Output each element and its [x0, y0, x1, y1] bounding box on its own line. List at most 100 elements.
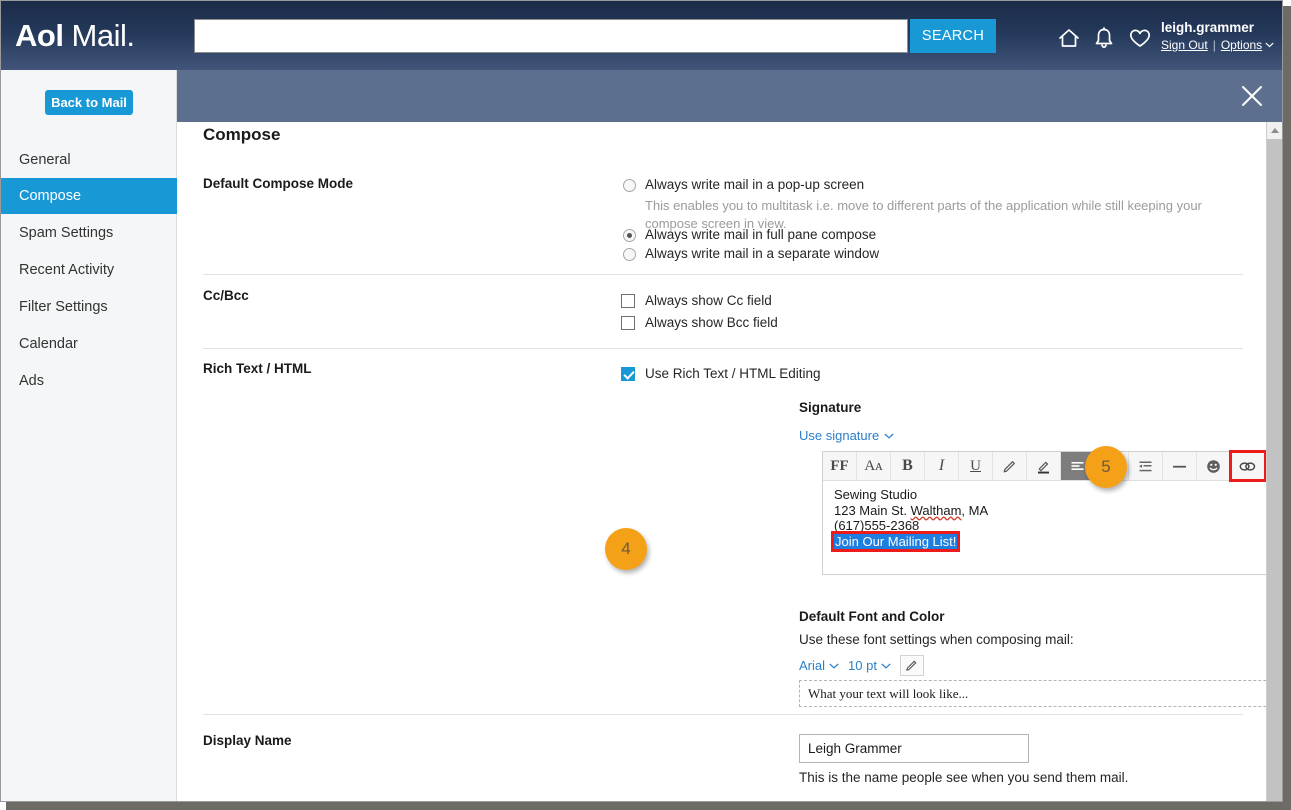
search-button[interactable]: SEARCH: [910, 19, 996, 53]
sidebar-item-compose[interactable]: Compose: [1, 178, 177, 214]
sidebar-item-calendar[interactable]: Calendar: [1, 326, 177, 362]
settings-topbar: [177, 70, 1282, 122]
signature-link[interactable]: Join Our Mailing List!: [830, 530, 961, 552]
compose-mode-option-popup[interactable]: Always write mail in a pop-up screen: [623, 176, 864, 194]
page-scroll-thumb[interactable]: [1267, 139, 1282, 801]
browser-window: Aol Mail. SEARCH leigh.grammer Sign Out: [0, 0, 1283, 802]
font-size-value: 10 pt: [848, 658, 877, 673]
back-to-mail-button[interactable]: Back to Mail: [45, 90, 133, 115]
user-name: leigh.grammer: [1161, 20, 1255, 35]
sign-out-link[interactable]: Sign Out: [1161, 37, 1208, 53]
signature-line-2: 123 Main St. Waltham, MA: [834, 503, 1266, 519]
sidebar-item-ads[interactable]: Ads: [1, 363, 177, 399]
annotation-badge-4: 4: [605, 528, 647, 570]
radio-separate-window[interactable]: [623, 248, 636, 261]
rich-text-label: Rich Text / HTML: [203, 361, 312, 376]
signature-line-3: (617)555-2368: [834, 518, 920, 533]
insert-link-button[interactable]: [1229, 450, 1266, 482]
font-settings-help: Use these font settings when composing m…: [799, 632, 1074, 647]
compose-mode-option-fullpane[interactable]: Always write mail in full pane compose: [623, 226, 876, 244]
app-header: Aol Mail. SEARCH leigh.grammer Sign Out: [1, 1, 1282, 70]
font-family-dropdown[interactable]: Arial: [799, 658, 839, 673]
emoji-button[interactable]: [1197, 452, 1231, 480]
indent-button[interactable]: [1129, 452, 1163, 480]
chevron-down-icon: [829, 663, 839, 669]
chevron-down-icon: [884, 433, 894, 439]
ccbcc-option-bcc[interactable]: Always show Bcc field: [621, 314, 778, 332]
logo-mail: Mail.: [63, 18, 135, 53]
checkbox-show-cc-label: Always show Cc field: [645, 293, 772, 308]
use-signature-dropdown[interactable]: Use signature: [799, 428, 894, 443]
checkbox-use-rich-text[interactable]: [621, 367, 635, 381]
home-icon[interactable]: [1056, 25, 1082, 51]
sidebar-item-filter-settings[interactable]: Filter Settings: [1, 289, 177, 325]
sidebar-item-recent-activity[interactable]: Recent Activity: [1, 252, 177, 288]
divider-3: [203, 714, 1243, 715]
signature-editor: FF Aᴀ B I U Sewing Studio 123 Main St. W…: [822, 450, 1266, 575]
signature-city-misspelled: Waltham: [910, 502, 962, 518]
annotation-badge-5: 5: [1085, 446, 1127, 488]
checkbox-use-rich-text-label: Use Rich Text / HTML Editing: [645, 366, 821, 381]
signature-label: Signature: [799, 400, 862, 415]
divider-1: [203, 274, 1243, 275]
sidebar-item-general[interactable]: General: [1, 142, 177, 178]
checkbox-show-bcc[interactable]: [621, 316, 635, 330]
settings-content: Compose Default Compose Mode Always writ…: [177, 122, 1266, 801]
window-shadow-bottom: [6, 802, 1291, 810]
font-family-value: Arial: [799, 658, 826, 673]
highlight-color-icon[interactable]: [1027, 452, 1061, 480]
chevron-down-icon: [1265, 42, 1274, 48]
compose-mode-label: Default Compose Mode: [203, 176, 354, 191]
signature-toolbar: FF Aᴀ B I U: [823, 450, 1266, 482]
signature-content[interactable]: Sewing Studio 123 Main St. Waltham, MA (…: [823, 481, 1266, 574]
page-scrollbar[interactable]: [1266, 122, 1282, 801]
font-size-dropdown[interactable]: 10 pt: [848, 658, 891, 673]
text-color-pencil-icon[interactable]: [993, 452, 1027, 480]
chevron-down-icon: [881, 663, 891, 669]
bold-button[interactable]: B: [891, 452, 925, 480]
window-shadow-right: [1283, 6, 1291, 802]
ccbcc-option-cc[interactable]: Always show Cc field: [621, 292, 772, 310]
radio-separate-label: Always write mail in a separate window: [645, 246, 880, 261]
display-name-label: Display Name: [203, 733, 292, 748]
settings-sidebar: Back to Mail General Compose Spam Settin…: [1, 70, 177, 801]
checkbox-show-bcc-label: Always show Bcc field: [645, 315, 778, 330]
horizontal-rule-button[interactable]: [1163, 452, 1197, 480]
divider-2: [203, 348, 1243, 349]
underline-button[interactable]: U: [959, 452, 993, 480]
italic-button[interactable]: I: [925, 452, 959, 480]
font-family-button[interactable]: FF: [823, 452, 857, 480]
compose-mode-option-separate[interactable]: Always write mail in a separate window: [623, 245, 879, 263]
radio-popup-screen[interactable]: [623, 179, 636, 192]
bell-icon[interactable]: [1091, 25, 1117, 51]
font-size-button[interactable]: Aᴀ: [857, 452, 891, 480]
logo-aol: Aol: [15, 18, 64, 53]
signature-line-2-suffix: , MA: [961, 502, 989, 518]
font-settings-label: Default Font and Color: [799, 609, 945, 624]
signature-line-2-prefix: 123 Main St.: [834, 502, 911, 518]
user-account-block: leigh.grammer Sign Out | Options: [1161, 19, 1274, 53]
font-color-pencil-icon[interactable]: [899, 655, 924, 676]
options-label: Options: [1220, 38, 1263, 52]
sidebar-item-spam-settings[interactable]: Spam Settings: [1, 215, 177, 251]
radio-full-pane[interactable]: [623, 229, 636, 242]
signature-line-1: Sewing Studio: [834, 487, 918, 502]
radio-full-pane-label: Always write mail in full pane compose: [645, 227, 877, 242]
signature-link-line: Join Our Mailing List!: [830, 530, 1266, 552]
font-settings-controls: Arial 10 pt: [799, 655, 924, 676]
close-icon[interactable]: [1239, 83, 1265, 109]
display-name-help: This is the name people see when you sen…: [799, 770, 1129, 785]
link-separator: |: [1212, 38, 1216, 52]
font-preview-box: What your text will look like...: [799, 680, 1266, 707]
use-signature-label: Use signature: [799, 428, 880, 443]
options-menu[interactable]: Options: [1221, 37, 1274, 53]
radio-popup-label: Always write mail in a pop-up screen: [645, 177, 865, 192]
rich-text-option[interactable]: Use Rich Text / HTML Editing: [621, 365, 821, 383]
heart-icon[interactable]: [1127, 25, 1153, 51]
checkbox-show-cc[interactable]: [621, 294, 635, 308]
display-name-input[interactable]: [799, 734, 1029, 763]
page-scroll-up-icon[interactable]: [1267, 122, 1282, 139]
page-title: Compose: [203, 125, 281, 144]
search-input[interactable]: [194, 19, 908, 53]
aol-mail-logo: Aol Mail.: [15, 18, 135, 54]
